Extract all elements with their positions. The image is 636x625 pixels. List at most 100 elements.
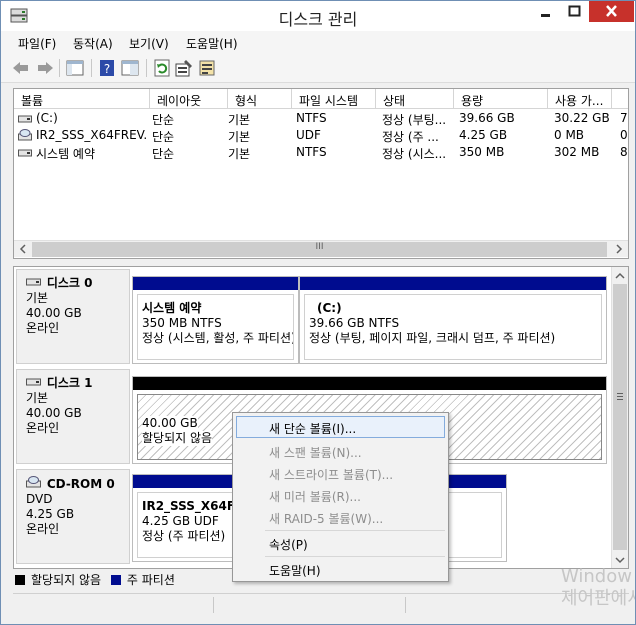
disk-name: CD-ROM 0 [46, 477, 115, 491]
disk-icon [26, 376, 45, 390]
volume-type: 기본 [228, 147, 251, 161]
toolbar-separator [59, 59, 60, 77]
maximize-button[interactable] [561, 1, 588, 22]
legend-swatch-unallocated [15, 575, 25, 585]
disk-state: 온라인 [26, 522, 60, 536]
menu-separator [265, 556, 445, 557]
rescan-disks-icon[interactable] [197, 58, 217, 78]
volume-free-space: 0 MB [554, 128, 585, 142]
vertical-scrollbar[interactable] [611, 267, 628, 568]
back-icon[interactable] [11, 58, 31, 78]
menu-item-new-raid5-volume[interactable]: 새 RAID-5 볼륨(W)... [236, 506, 445, 528]
disk-size: 40.00 GB [26, 306, 82, 320]
properties-icon[interactable] [174, 58, 194, 78]
watermark-line-2: 제어판에서 [561, 588, 636, 609]
refresh-icon[interactable] [152, 58, 172, 78]
partition-c[interactable]: (C:) 39.66 GB NTFS 정상 (부팅, 페이지 파일, 크래시 덤… [299, 276, 607, 364]
column-header-free-space[interactable]: 사용 가... [548, 89, 612, 109]
volume-filesystem: NTFS [296, 111, 327, 125]
minimize-button[interactable] [532, 1, 559, 22]
menu-help[interactable]: 도움말(H) [186, 35, 238, 52]
properties-list-icon[interactable] [120, 58, 140, 78]
vertical-scroll-thumb[interactable] [613, 284, 627, 550]
title-bar: 디스크 관리 [1, 1, 635, 31]
show-hide-console-tree-icon[interactable] [65, 58, 85, 78]
primary-partition-bar [133, 277, 298, 290]
cdrom-0-label[interactable]: CD-ROM 0 DVD 4.25 GB 온라인 [16, 469, 130, 564]
volume-name: (C:) [36, 111, 58, 125]
volume-percent-free: 0 [620, 128, 628, 142]
disk-1-label[interactable]: 디스크 1 기본 40.00 GB 온라인 [16, 369, 130, 464]
scroll-left-icon[interactable] [18, 243, 28, 258]
scroll-grip: III [315, 242, 324, 252]
volume-name: IR2_SSS_X64FREV... [36, 128, 148, 142]
volume-list-header: 볼륨 레이아웃 형식 파일 시스템 상태 용량 사용 가... [14, 89, 628, 109]
drive-icon [18, 113, 32, 127]
disk-icon [26, 276, 45, 290]
status-separator [213, 597, 214, 613]
volume-row[interactable]: (C:) 단순 기본 NTFS 정상 (부팅... 39.66 GB 30.22… [14, 110, 628, 127]
disk-size: 4.25 GB [26, 507, 75, 521]
volume-type: 기본 [228, 113, 251, 127]
partition-system-reserved[interactable]: 시스템 예약 350 MB NTFS 정상 (시스템, 활성, 주 파티션) [132, 276, 299, 364]
volume-capacity: 39.66 GB [459, 111, 515, 125]
menu-item-new-striped-volume[interactable]: 새 스트라이프 볼륨(T)... [236, 462, 445, 484]
menu-separator [265, 530, 445, 531]
menu-file[interactable]: 파일(F) [18, 35, 56, 52]
menu-item-properties[interactable]: 속성(P) [236, 532, 445, 554]
menu-item-new-spanned-volume[interactable]: 새 스팬 볼륨(N)... [236, 440, 445, 462]
volume-list: 볼륨 레이아웃 형식 파일 시스템 상태 용량 사용 가... (C:) 단순 … [13, 88, 629, 259]
partition-title: 시스템 예약 [142, 301, 202, 315]
volume-status: 정상 (부팅... [382, 113, 447, 127]
disk-state: 온라인 [26, 421, 60, 435]
column-header-filesystem[interactable]: 파일 시스템 [292, 89, 376, 109]
volume-free-space: 302 MB [554, 145, 600, 159]
disk-0-label[interactable]: 디스크 0 기본 40.00 GB 온라인 [16, 269, 130, 364]
volume-status: 정상 (시스... [382, 147, 447, 161]
legend-swatch-primary [110, 575, 121, 585]
column-header-capacity[interactable]: 용량 [454, 89, 548, 109]
forward-icon[interactable] [35, 58, 55, 78]
partition-body: 시스템 예약 350 MB NTFS 정상 (시스템, 활성, 주 파티션) [137, 294, 294, 360]
column-header-volume[interactable]: 볼륨 [14, 89, 150, 109]
scroll-right-icon[interactable] [614, 243, 624, 258]
menu-item-new-simple-volume[interactable]: 새 단순 볼륨(I)... [236, 416, 445, 438]
partition-size: 40.00 GB [142, 416, 198, 431]
disk-type: DVD [26, 492, 53, 506]
close-icon [606, 5, 617, 17]
activation-watermark: Window 제어판에서 [561, 566, 636, 610]
disk-type: 기본 [26, 291, 49, 305]
help-icon[interactable]: ? [97, 58, 117, 78]
partition-title: (C:) [317, 301, 342, 315]
disk-type: 기본 [26, 391, 49, 405]
menu-item-new-mirrored-volume[interactable]: 새 미러 볼륨(R)... [236, 484, 445, 506]
column-header-status[interactable]: 상태 [376, 89, 454, 109]
toolbar-separator [146, 59, 147, 77]
volume-free-space: 30.22 GB [554, 111, 610, 125]
column-header-percent-free[interactable] [612, 89, 628, 109]
disk-name: 디스크 0 [46, 276, 93, 290]
volume-row[interactable]: 시스템 예약 단순 기본 NTFS 정상 (시스... 350 MB 302 M… [14, 144, 628, 161]
partition-size: 39.66 GB NTFS [309, 316, 400, 330]
menu-item-help[interactable]: 도움말(H) [236, 558, 445, 580]
status-bar [13, 593, 629, 615]
column-header-type[interactable]: 형식 [228, 89, 292, 109]
close-button[interactable] [589, 1, 634, 22]
unallocated-bar [133, 377, 606, 390]
toolbar: ? [1, 53, 635, 83]
status-separator [405, 597, 406, 613]
scroll-up-icon[interactable] [615, 270, 625, 284]
volume-filesystem: UDF [296, 128, 321, 142]
volume-capacity: 4.25 GB [459, 128, 508, 142]
disk-size: 40.00 GB [26, 406, 82, 420]
legend: 할당되지 않음 주 파티션 [15, 571, 175, 587]
horizontal-scroll-thumb[interactable]: III [32, 242, 607, 257]
volume-status: 정상 (주 ... [382, 130, 439, 144]
volume-row[interactable]: IR2_SSS_X64FREV... 단순 기본 UDF 정상 (주 ... 4… [14, 127, 628, 144]
svg-text:?: ? [104, 62, 110, 76]
watermark-line-1: Window [561, 566, 632, 587]
menu-view[interactable]: 보기(V) [129, 35, 169, 52]
menu-action[interactable]: 동작(A) [73, 35, 113, 52]
horizontal-scrollbar[interactable]: III [14, 240, 628, 257]
column-header-layout[interactable]: 레이아웃 [150, 89, 228, 109]
